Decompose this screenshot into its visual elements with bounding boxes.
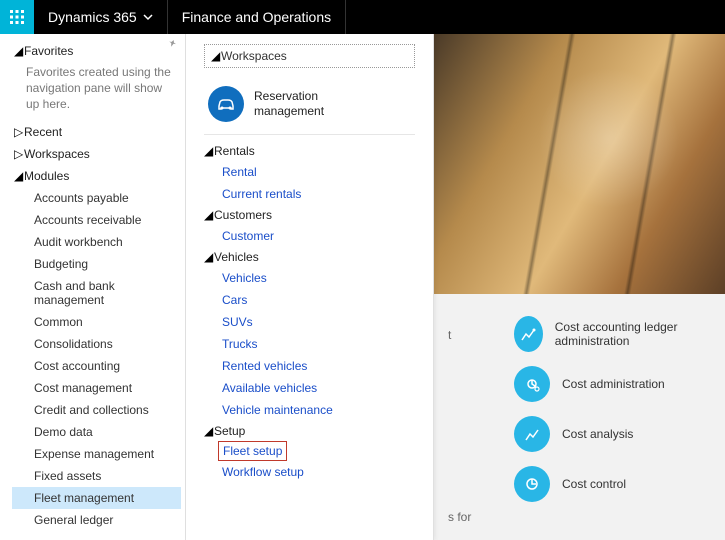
partial-text-column: t s for — [444, 310, 490, 530]
tile-label: Cost accounting ledger administration — [555, 320, 715, 348]
flyout-setup-heading[interactable]: ◢Setup — [204, 421, 415, 441]
chevron-down-icon — [143, 12, 153, 22]
product-label: Finance and Operations — [168, 0, 346, 34]
tiles-panel: t s for Cost accounting ledger administr… — [434, 294, 725, 540]
sidebar-item[interactable]: Audit workbench — [12, 231, 181, 253]
sidebar-item[interactable]: Fleet management — [12, 487, 181, 509]
partial-text-a: t — [448, 328, 490, 342]
flyout-vehicles-heading[interactable]: ◢Vehicles — [204, 247, 415, 267]
content-area: t s for Cost accounting ledger administr… — [434, 34, 725, 540]
flyout-workspace-item[interactable]: Reservation management — [204, 78, 415, 135]
flyout-rentals-heading[interactable]: ◢Rentals — [204, 141, 415, 161]
app-launcher-button[interactable] — [0, 0, 34, 34]
tile-icon — [514, 366, 550, 402]
nav-favorites-help: Favorites created using the navigation p… — [12, 62, 181, 121]
nav-favorites[interactable]: ◢Favorites — [12, 40, 181, 62]
brand-label: Dynamics 365 — [48, 9, 137, 25]
sidebar-item[interactable]: General ledger — [12, 509, 181, 531]
flyout-link[interactable]: Fleet setup — [218, 441, 287, 461]
sidebar-item[interactable]: Accounts receivable — [12, 209, 181, 231]
sidebar-item[interactable]: Common — [12, 311, 181, 333]
tile-icon — [514, 316, 543, 352]
tile[interactable]: Cost accounting ledger administration — [514, 316, 715, 352]
tile-icon — [514, 466, 550, 502]
tile-label: Cost control — [562, 477, 626, 491]
flyout-link[interactable]: Available vehicles — [204, 377, 415, 399]
sidebar-item[interactable]: Credit and collections — [12, 399, 181, 421]
nav-workspaces[interactable]: ▷Workspaces — [12, 143, 181, 165]
flyout-link[interactable]: Cars — [204, 289, 415, 311]
hero-image — [434, 34, 725, 294]
nav-recent[interactable]: ▷Recent — [12, 121, 181, 143]
tile-icon — [514, 416, 550, 452]
sidebar-item[interactable]: Accounts payable — [12, 187, 181, 209]
tile-label: Cost analysis — [562, 427, 633, 441]
tile[interactable]: Cost administration — [514, 366, 715, 402]
tile[interactable]: Cost control — [514, 466, 715, 502]
nav-modules[interactable]: ◢Modules — [12, 165, 181, 187]
header: Dynamics 365 Finance and Operations — [0, 0, 725, 34]
flyout-link[interactable]: Vehicles — [204, 267, 415, 289]
module-flyout: ◢Workspaces Reservation management ◢Rent… — [186, 34, 434, 540]
flyout-link[interactable]: Vehicle maintenance — [204, 399, 415, 421]
sidebar-item[interactable]: Budgeting — [12, 253, 181, 275]
sidebar-item[interactable]: Demo data — [12, 421, 181, 443]
flyout-link[interactable]: Trucks — [204, 333, 415, 355]
pin-icon[interactable] — [167, 38, 179, 50]
workspace-item-label: Reservation management — [254, 89, 364, 119]
sidebar-item[interactable]: Fixed assets — [12, 465, 181, 487]
sidebar-item[interactable]: Expense management — [12, 443, 181, 465]
tile-label: Cost administration — [562, 377, 665, 391]
sidebar-item[interactable]: Cash and bank management — [12, 275, 181, 311]
sidebar-item[interactable]: Consolidations — [12, 333, 181, 355]
brand-dropdown[interactable]: Dynamics 365 — [34, 0, 168, 34]
waffle-icon — [10, 10, 24, 24]
tile[interactable]: Cost analysis — [514, 416, 715, 452]
flyout-customers-heading[interactable]: ◢Customers — [204, 205, 415, 225]
flyout-workspaces-heading[interactable]: ◢Workspaces — [204, 44, 415, 68]
partial-text-b: s for — [448, 510, 490, 524]
flyout-link[interactable]: Current rentals — [204, 183, 415, 205]
sidebar-item[interactable]: Cost management — [12, 377, 181, 399]
flyout-link[interactable]: Workflow setup — [204, 461, 415, 483]
sidebar-item[interactable]: Cost accounting — [12, 355, 181, 377]
flyout-link[interactable]: Rented vehicles — [204, 355, 415, 377]
flyout-link[interactable]: Customer — [204, 225, 415, 247]
nav-pane: ◢Favorites Favorites created using the n… — [0, 34, 186, 540]
flyout-link[interactable]: SUVs — [204, 311, 415, 333]
flyout-link[interactable]: Rental — [204, 161, 415, 183]
nav-modules-list: Accounts payableAccounts receivableAudit… — [12, 187, 181, 531]
car-icon — [208, 86, 244, 122]
